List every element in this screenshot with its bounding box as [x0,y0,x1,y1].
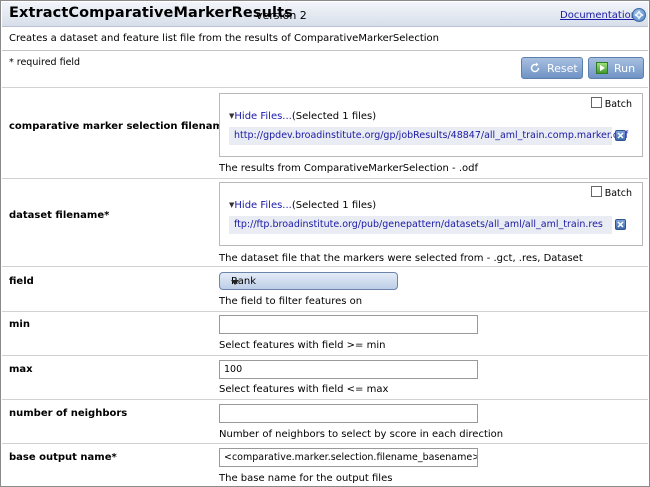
cms-hide-files[interactable]: ▼Hide Files...(Selected 1 files) [229,111,376,122]
cms-file-entry: http://gpdev.broadinstitute.org/gp/jobRe… [229,127,628,145]
dataset-hide-files[interactable]: ▼Hide Files...(Selected 1 files) [229,200,376,211]
divider [2,178,648,179]
dataset-file-box: Batch ▼Hide Files...(Selected 1 files) f… [219,182,643,246]
dropdown-caret-icon [231,280,239,285]
base-output-label: base output name* [9,452,117,463]
divider [2,87,648,88]
field-select[interactable]: Rank [219,272,398,290]
cms-filename-help: The results from ComparativeMarkerSelect… [219,163,479,174]
cms-batch-option[interactable]: Batch [590,97,632,110]
cms-batch-checkbox[interactable] [590,97,602,108]
dataset-batch-option[interactable]: Batch [590,186,632,199]
cms-batch-label: Batch [604,99,632,110]
neighbors-help: Number of neighbors to select by score i… [219,429,504,440]
module-header: ExtractComparativeMarkerResults version … [2,2,648,27]
run-button[interactable]: Run [588,57,644,79]
module-version[interactable]: version 2 [256,9,307,22]
module-form: ExtractComparativeMarkerResults version … [0,0,650,487]
cms-selected-count: (Selected 1 files) [291,111,377,122]
min-label: min [9,319,30,330]
field-help: The field to filter features on [219,296,363,307]
max-help: Select features with field <= max [219,384,389,395]
reset-icon [529,62,541,74]
dataset-remove-file-icon[interactable] [615,219,626,230]
dataset-filename-help: The dataset file that the markers were s… [219,253,583,264]
divider [2,443,648,444]
max-input[interactable] [219,360,478,379]
dataset-hide-files-link[interactable]: Hide Files... [234,200,291,211]
cms-file-box: Batch ▼Hide Files...(Selected 1 files) h… [219,93,643,157]
run-button-label: Run [614,62,636,75]
min-help: Select features with field >= min [219,340,386,351]
documentation-link[interactable]: Documentation [560,10,637,21]
module-title: ExtractComparativeMarkerResults [9,5,293,21]
neighbors-label: number of neighbors [9,408,128,419]
required-field-note: * required field [9,57,81,68]
dataset-selected-count: (Selected 1 files) [291,200,377,211]
divider [2,311,648,312]
divider [2,50,648,51]
divider [2,266,648,267]
cms-file-url[interactable]: http://gpdev.broadinstitute.org/gp/jobRe… [234,130,628,141]
cms-remove-file-icon[interactable] [615,130,626,141]
field-label: field [9,276,34,287]
cms-filename-label: comparative marker selection filename* [9,121,235,132]
dataset-file-entry: ftp://ftp.broadinstitute.org/pub/genepat… [229,216,612,234]
module-description: Creates a dataset and feature list file … [9,33,439,44]
divider [2,399,648,400]
help-icon[interactable] [632,8,646,22]
cms-hide-files-link[interactable]: Hide Files... [234,111,291,122]
dataset-file-url[interactable]: ftp://ftp.broadinstitute.org/pub/genepat… [234,219,603,230]
reset-button[interactable]: Reset [521,57,583,79]
base-output-input[interactable] [219,448,478,467]
neighbors-input[interactable] [219,404,478,423]
max-label: max [9,364,33,375]
dataset-batch-label: Batch [604,188,632,199]
dataset-filename-label: dataset filename* [9,210,110,221]
min-input[interactable] [219,315,478,334]
reset-button-label: Reset [547,62,578,75]
base-output-help: The base name for the output files [219,473,393,484]
divider [2,355,648,356]
run-icon [596,62,608,74]
dataset-batch-checkbox[interactable] [590,186,602,197]
